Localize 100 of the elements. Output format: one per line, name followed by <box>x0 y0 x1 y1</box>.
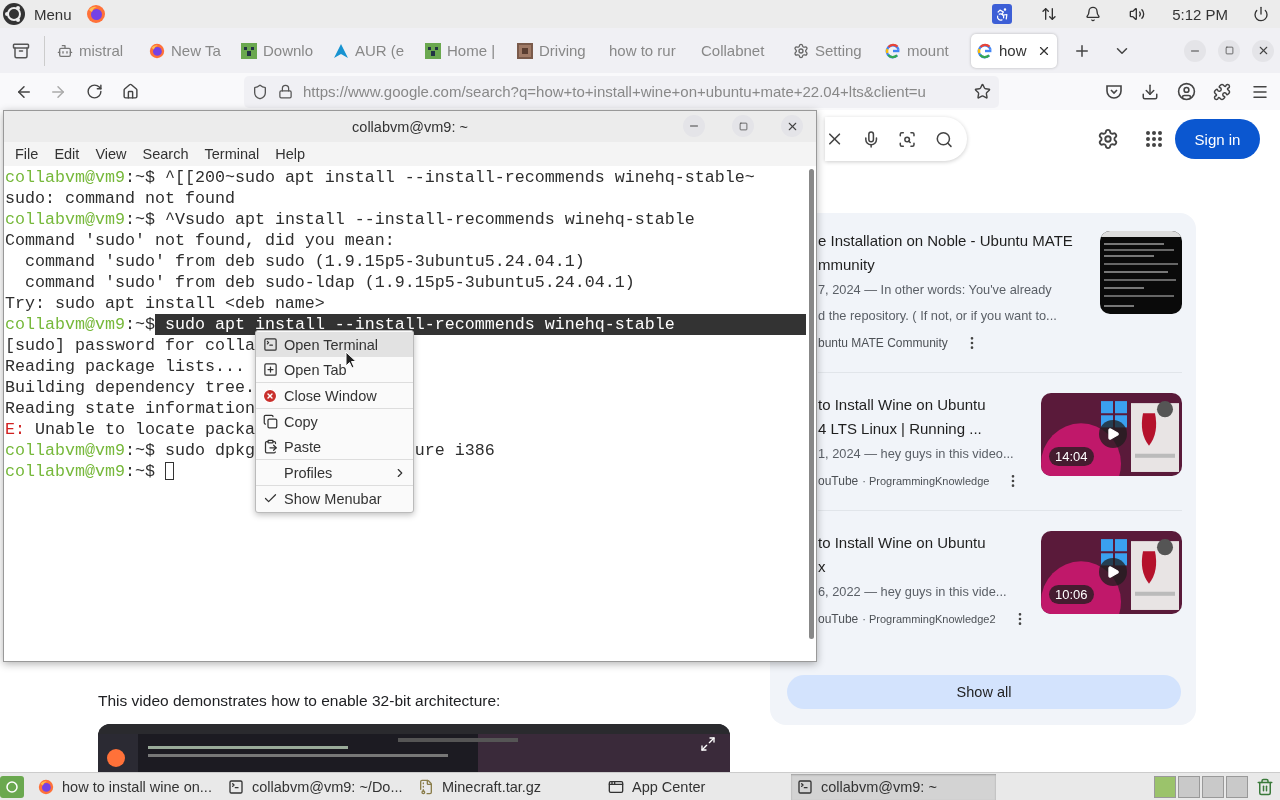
result-title[interactable]: e Installation on Noble - Ubuntu MATE <box>818 229 1092 253</box>
download-icon[interactable] <box>1141 82 1159 101</box>
search-icon[interactable] <box>934 129 953 149</box>
result-snippet: 7, 2024 — In other words: You've already <box>818 281 1053 299</box>
shield-icon[interactable] <box>252 83 268 100</box>
menu-item[interactable]: Open Tab <box>256 357 413 382</box>
menu-item[interactable]: Copy <box>256 409 413 434</box>
channel-label: · ProgrammingKnowledge <box>862 475 990 487</box>
taskbar-item[interactable]: collabvm@vm9: ~/Do... <box>222 773 412 800</box>
result-snippet: 6, 2022 — hey guys in this vide... <box>818 583 1008 601</box>
robot-icon <box>57 42 73 59</box>
account-icon[interactable] <box>1176 82 1196 101</box>
window-title: collabvm@vm9: ~ <box>352 118 468 135</box>
result-title[interactable]: to Install Wine on Ubuntu <box>818 531 1033 555</box>
volume-icon[interactable] <box>1129 6 1146 22</box>
lens-icon[interactable] <box>898 129 917 149</box>
terminal-text: sudo: command not found <box>5 188 235 209</box>
scrollbar-thumb[interactable] <box>808 169 814 639</box>
error-label: E: <box>5 419 25 440</box>
duration-label: 10:06 <box>1049 585 1094 604</box>
terminal-text: Try: sudo apt install <deb name> <box>5 293 325 314</box>
prompt-text: collabvm@vm9 <box>5 167 125 188</box>
terminal-text: :~$ sudo dpkg <box>124 440 255 461</box>
bell-icon[interactable] <box>1085 6 1102 22</box>
browser-tab[interactable]: how <box>971 33 1057 68</box>
settings-icon <box>793 42 809 59</box>
show-all-button[interactable]: Show all <box>787 675 1181 709</box>
menu-label[interactable]: Menu <box>34 5 72 23</box>
block-icon <box>425 42 441 59</box>
lock-icon[interactable] <box>278 84 293 99</box>
home-icon[interactable] <box>121 83 139 100</box>
terminal-text: :~$ <box>124 461 156 482</box>
power-icon[interactable] <box>1253 6 1269 22</box>
terminal-text: :~$ ^Vsudo apt install --install-recommends winehq-stable <box>124 209 695 230</box>
block-icon <box>241 42 257 59</box>
taskbar-item[interactable]: collabvm@vm9: ~ <box>791 773 996 800</box>
terminal-text: Command 'sudo' not found, did you mean: <box>5 230 395 251</box>
accessibility-icon[interactable] <box>992 4 1013 24</box>
network-icon[interactable] <box>1041 6 1058 22</box>
result-title[interactable]: mmunity <box>818 253 1092 277</box>
menu-item[interactable]: View <box>87 146 135 162</box>
terminal-text: :~$ ^[[200~sudo apt install --install-recommends winehq-stable~ <box>124 167 755 188</box>
minimize-button[interactable] <box>683 115 705 137</box>
firefox-icon[interactable] <box>85 4 106 24</box>
source-label: ouTube <box>818 474 859 488</box>
menu-item[interactable]: Help <box>267 146 314 162</box>
result-snippet: 1, 2024 — hey guys in this video... <box>818 445 1015 463</box>
google-icon <box>977 42 993 59</box>
puzzle-icon[interactable] <box>1213 82 1231 101</box>
prompt-text: collabvm@vm9 <box>5 209 125 230</box>
maximize-icon <box>738 121 748 131</box>
sign-in-button[interactable]: Sign in <box>1175 119 1260 159</box>
terminal-text: command 'sudo' from deb sudo (1.9.15p5-3ubuntu5.24.04.1) <box>24 251 585 272</box>
menu-item[interactable]: Open Terminal <box>256 332 413 357</box>
start-button[interactable] <box>0 775 24 798</box>
star-icon[interactable] <box>974 83 991 100</box>
source-label: buntu MATE Community <box>818 336 948 350</box>
taskbar-item[interactable]: how to install wine on... <box>32 773 222 800</box>
terminal-icon <box>262 337 278 352</box>
block-icon <box>517 42 533 59</box>
reload-icon[interactable] <box>85 83 103 100</box>
triangle-icon <box>333 42 349 59</box>
menu-item[interactable]: Show Menubar <box>256 486 413 511</box>
menu-item[interactable]: Close Window <box>256 383 413 408</box>
close-button[interactable] <box>1252 39 1274 62</box>
result-title[interactable]: 4 LTS Linux | Running ... <box>818 417 1033 441</box>
terminal-text: [sudo] password for colla <box>5 335 255 356</box>
clock[interactable]: 5:12 PM <box>1172 5 1228 23</box>
mouse-pointer-icon <box>345 351 357 369</box>
pocket-icon[interactable] <box>1105 82 1123 101</box>
menu-item[interactable]: Edit <box>46 146 88 162</box>
logo-icon[interactable] <box>2 2 26 26</box>
terminal-text: ure i386 <box>414 440 495 461</box>
firefox-icon <box>38 778 54 795</box>
menu-item[interactable]: Terminal <box>196 146 268 162</box>
prompt-text: collabvm@vm9 <box>5 440 125 461</box>
menu-item[interactable]: File <box>7 146 47 162</box>
source-label: ouTube <box>818 612 859 626</box>
taskbar-item[interactable]: App Center <box>602 773 787 800</box>
fullscreen-icon[interactable] <box>700 736 716 752</box>
settings-icon[interactable] <box>1097 128 1119 150</box>
trash-icon[interactable] <box>1256 777 1274 796</box>
play-icon <box>1106 565 1120 579</box>
new-tab-icon <box>262 362 278 377</box>
menu-item[interactable]: Profiles <box>256 460 413 485</box>
close-icon <box>262 387 278 404</box>
minimize-button[interactable] <box>1184 39 1206 62</box>
taskbar-item[interactable]: Minecraft.tar.gz <box>412 773 602 800</box>
terminal-icon <box>228 778 244 795</box>
prompt-text: collabvm@vm9 <box>5 461 125 482</box>
close-button[interactable] <box>781 115 803 137</box>
result-title[interactable]: x <box>818 555 1033 579</box>
circle-icon <box>6 780 18 793</box>
search-field[interactable] <box>825 117 967 161</box>
result-title[interactable]: to Install Wine on Ubuntu <box>818 393 1033 417</box>
menu-item[interactable]: Search <box>134 146 197 162</box>
menu-item[interactable]: Paste <box>256 434 413 459</box>
tab-overview-icon[interactable] <box>12 41 30 60</box>
apps-icon[interactable] <box>1145 130 1163 148</box>
result-snippet: d the repository. ( If not, or if you want to... <box>818 307 1058 325</box>
